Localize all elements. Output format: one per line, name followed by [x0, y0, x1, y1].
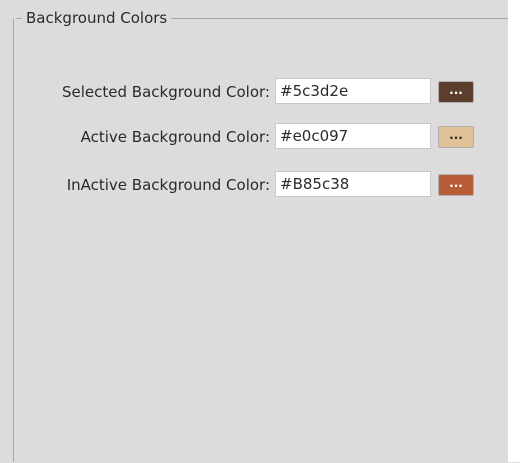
selected-background-color-picker-button[interactable]: ...	[438, 81, 474, 103]
panel-right-edge	[508, 0, 520, 462]
active-background-color-input[interactable]	[275, 123, 431, 149]
selected-background-color-row: Selected Background Color: ...	[0, 77, 508, 107]
inactive-background-color-picker-button[interactable]: ...	[438, 174, 474, 196]
inactive-background-color-label: InActive Background Color:	[66, 176, 270, 194]
selected-background-color-input[interactable]	[275, 78, 431, 104]
active-background-color-row: Active Background Color: ...	[0, 122, 508, 152]
group-title: Background Colors	[22, 8, 172, 28]
active-background-color-picker-button[interactable]: ...	[438, 126, 474, 148]
inactive-background-color-input[interactable]	[275, 171, 431, 197]
active-background-color-label: Active Background Color:	[80, 128, 270, 146]
background-colors-panel: Background Colors Selected Background Co…	[0, 0, 520, 462]
inactive-background-color-row: InActive Background Color: ...	[0, 170, 508, 200]
selected-background-color-label: Selected Background Color:	[61, 83, 270, 101]
